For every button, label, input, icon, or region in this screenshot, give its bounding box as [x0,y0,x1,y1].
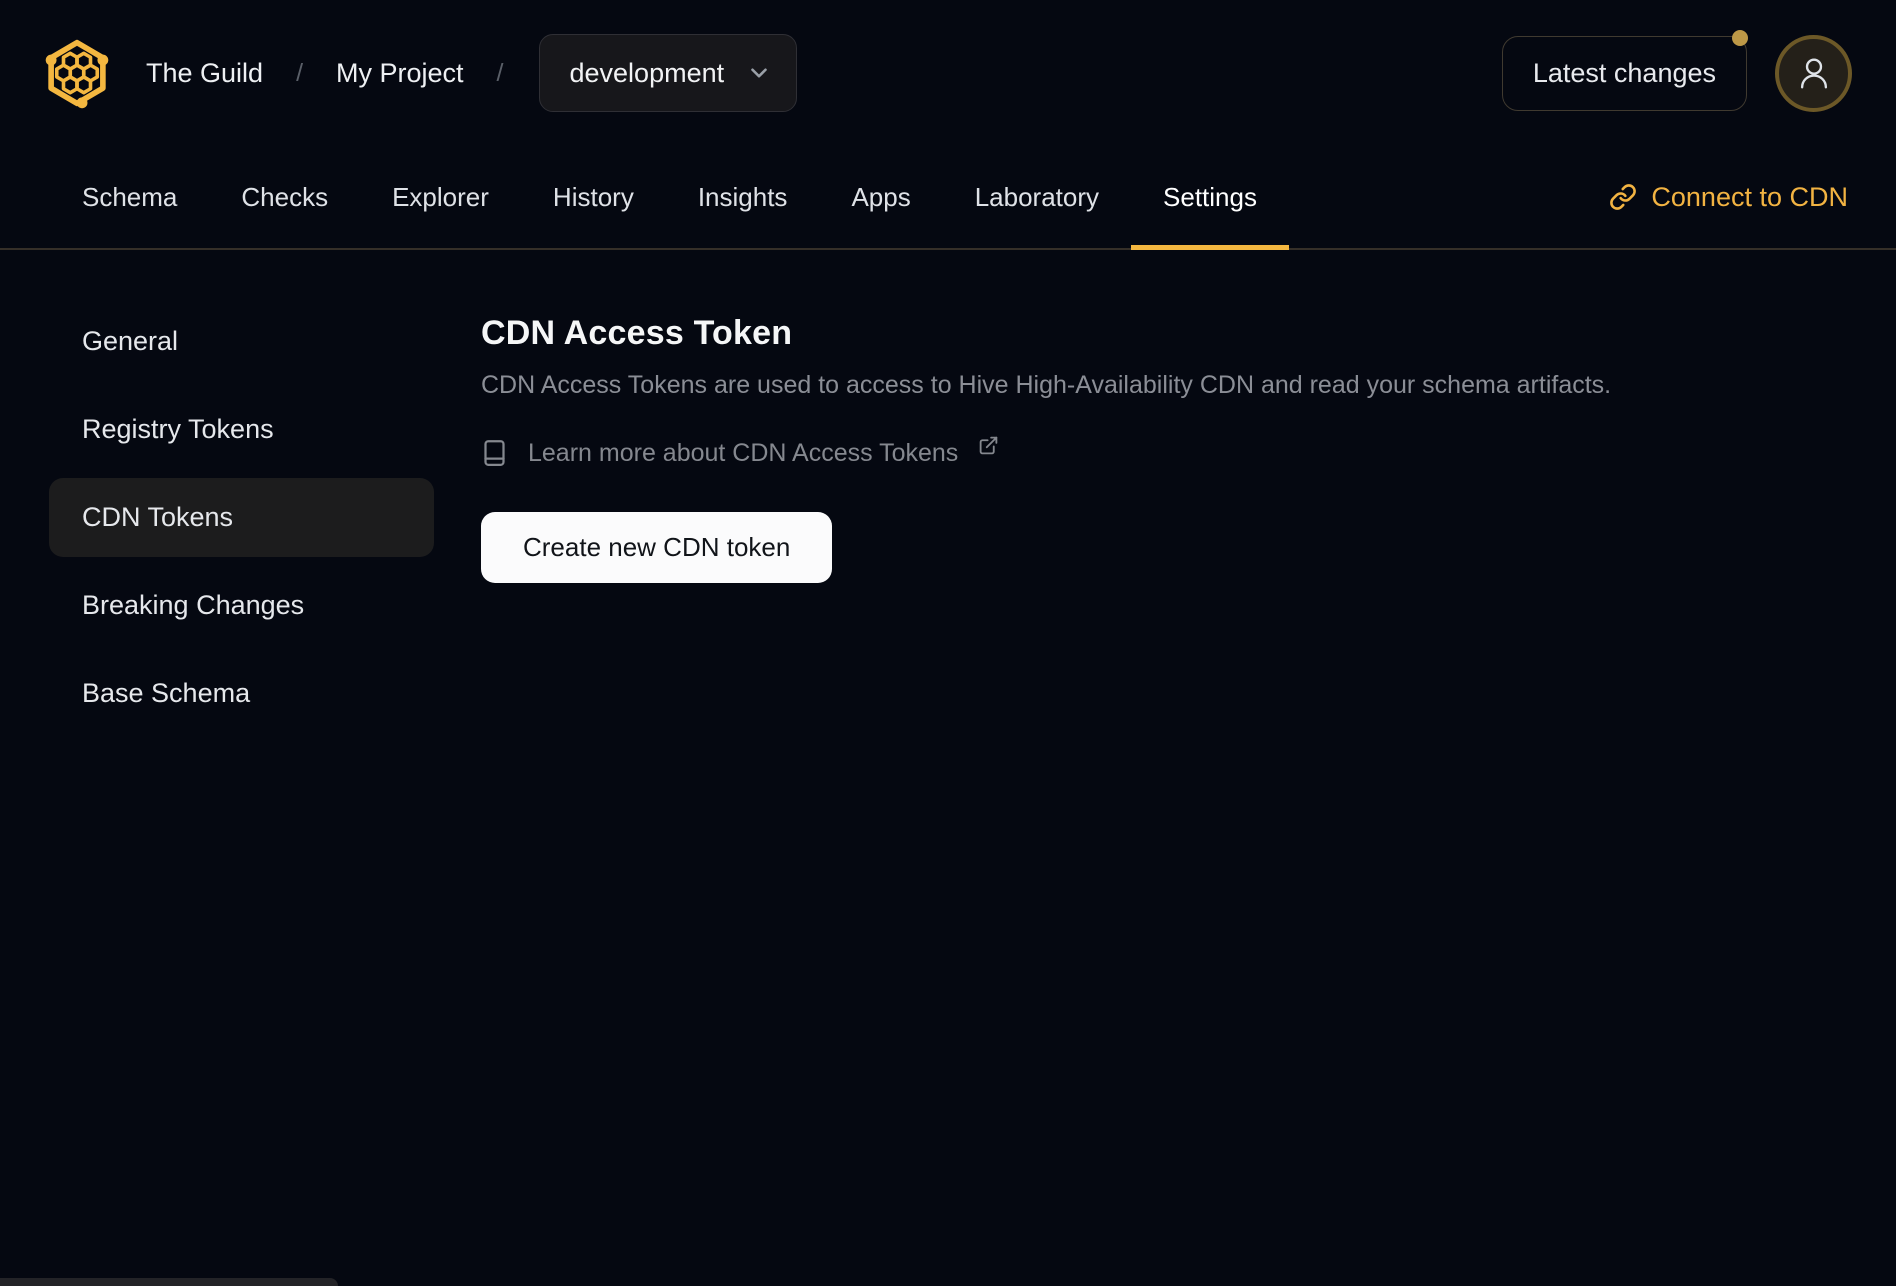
sidebar-item-cdn-tokens[interactable]: CDN Tokens [49,478,434,557]
tab-laboratory[interactable]: Laboratory [943,146,1131,248]
target-selector-dropdown[interactable]: development [538,34,798,112]
settings-sidebar: General Registry Tokens CDN Tokens Break… [49,302,434,733]
external-link-icon [978,435,999,456]
connect-to-cdn-label: Connect to CDN [1651,181,1848,212]
connect-to-cdn-link[interactable]: Connect to CDN [1609,146,1848,248]
chevron-down-icon [746,60,772,86]
user-icon [1795,54,1833,92]
latest-changes-button[interactable]: Latest changes [1501,29,1748,111]
sidebar-item-general[interactable]: General [49,302,434,381]
hive-logo-icon[interactable] [41,37,113,109]
notification-dot [1732,29,1748,46]
tab-insights[interactable]: Insights [666,146,820,248]
tab-schema[interactable]: Schema [50,146,209,248]
breadcrumb-separator: / [296,58,304,87]
app-header: The Guild / My Project / development Lat… [0,0,1896,146]
tab-checks[interactable]: Checks [209,146,360,248]
primary-nav: Schema Checks Explorer History Insights … [0,146,1896,250]
bottom-toast-fragment [0,1278,338,1286]
header-actions: Latest changes [1501,29,1852,112]
latest-changes-label: Latest changes [1532,57,1716,88]
create-cdn-token-button[interactable]: Create new CDN token [481,512,833,583]
target-selector-value: development [569,57,725,88]
breadcrumb: The Guild / My Project / development [146,34,798,112]
page-title: CDN Access Token [481,314,793,352]
page-description: CDN Access Tokens are used to access to … [481,371,1612,399]
learn-more-link[interactable]: Learn more about CDN Access Tokens [481,435,1611,468]
tab-explorer[interactable]: Explorer [360,146,521,248]
book-icon [481,438,508,468]
breadcrumb-project[interactable]: My Project [336,58,464,89]
sidebar-item-registry-tokens[interactable]: Registry Tokens [49,390,434,469]
tab-history[interactable]: History [521,146,666,248]
breadcrumb-org[interactable]: The Guild [146,58,263,89]
tab-settings[interactable]: Settings [1131,146,1289,250]
user-avatar-button[interactable] [1775,34,1852,112]
link-chain-icon [1609,183,1637,211]
settings-content: General Registry Tokens CDN Tokens Break… [0,250,1896,733]
learn-more-label: Learn more about CDN Access Tokens [528,438,959,467]
tab-apps[interactable]: Apps [819,146,942,248]
sidebar-item-base-schema[interactable]: Base Schema [49,654,434,733]
breadcrumb-separator: / [496,58,504,87]
sidebar-item-breaking-changes[interactable]: Breaking Changes [49,566,434,645]
cdn-tokens-panel: CDN Access Token CDN Access Tokens are u… [481,302,1611,583]
